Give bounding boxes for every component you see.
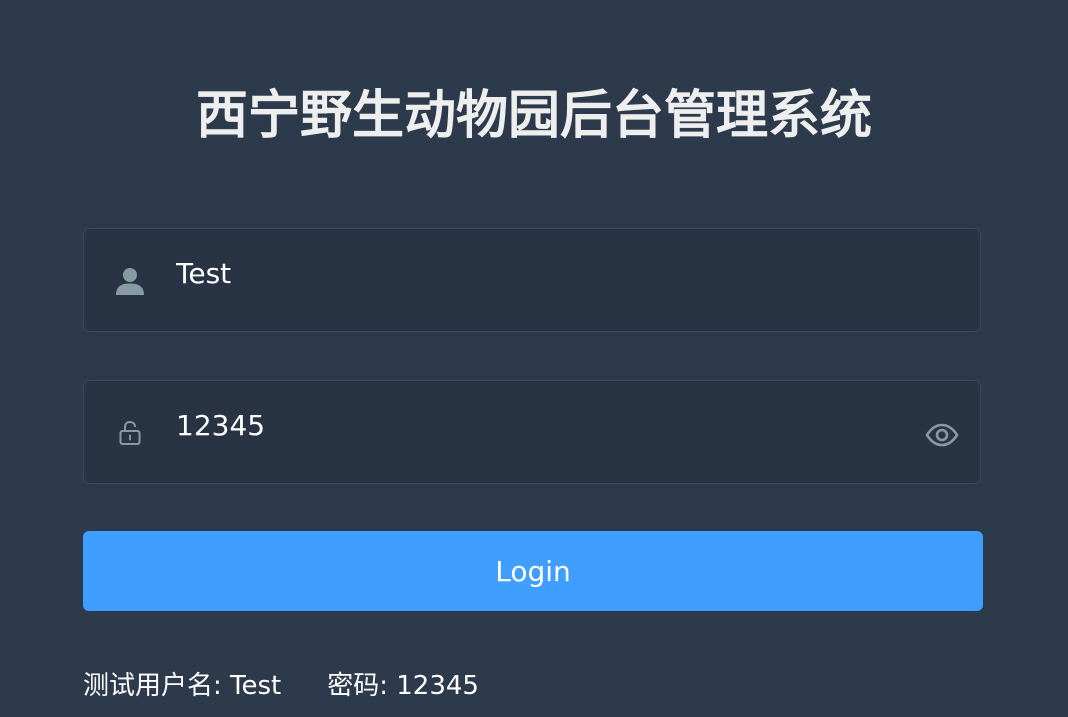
user-icon — [114, 265, 146, 297]
username-input[interactable] — [176, 223, 896, 323]
password-field-container — [83, 375, 981, 484]
password-input[interactable] — [176, 375, 896, 475]
eye-icon[interactable] — [922, 415, 962, 455]
username-field-container — [83, 223, 981, 332]
test-username-tip: 测试用户名: Test — [83, 671, 282, 701]
test-account-tips: 测试用户名: Test 密码: 12345 — [83, 666, 479, 706]
login-container: 西宁野生动物园后台管理系统 Login 测试用户名: Tes — [0, 0, 1068, 717]
login-button[interactable]: Login — [83, 531, 983, 611]
test-password-tip: 密码: 12345 — [327, 671, 479, 701]
lock-icon — [114, 417, 146, 449]
page-title: 西宁野生动物园后台管理系统 — [195, 86, 872, 146]
